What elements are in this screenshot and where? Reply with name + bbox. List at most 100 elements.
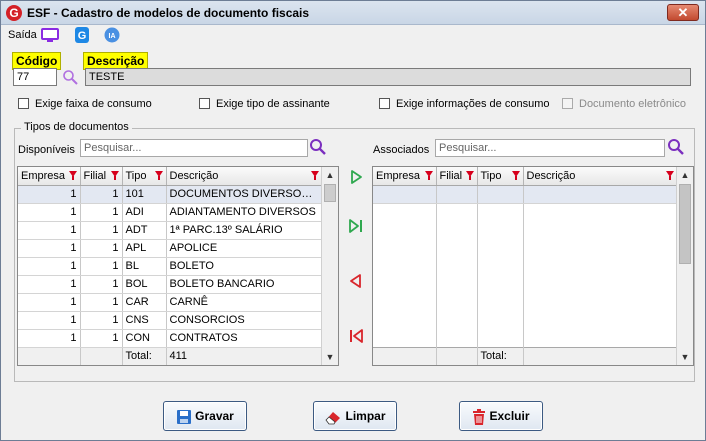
footer-cell bbox=[18, 346, 81, 365]
filter-icon[interactable] bbox=[310, 171, 319, 180]
window-title: ESF - Cadastro de modelos de documento f… bbox=[27, 6, 310, 20]
documento-eletronico-checkbox: Documento eletrônico bbox=[562, 98, 686, 110]
empty-area bbox=[373, 203, 678, 347]
gravar-button[interactable]: Gravar bbox=[163, 401, 247, 431]
exige-info-consumo-checkbox[interactable]: Exige informações de consumo bbox=[379, 98, 549, 110]
toolbar: Saída G IA bbox=[1, 25, 705, 45]
cell-empresa: 1 bbox=[18, 275, 81, 294]
limpar-button[interactable]: Limpar bbox=[313, 401, 397, 431]
vertical-scrollbar[interactable]: ▲ ▼ bbox=[321, 167, 338, 365]
scroll-up-icon[interactable]: ▲ bbox=[677, 167, 693, 183]
filter-icon[interactable] bbox=[154, 171, 163, 180]
remove-selected-arrow-icon[interactable] bbox=[346, 271, 366, 291]
table-row[interactable]: 1 1 APL APOLICE bbox=[18, 239, 323, 258]
total-value bbox=[523, 346, 678, 365]
filter-icon[interactable] bbox=[424, 171, 433, 180]
ia-icon[interactable]: IA bbox=[103, 27, 121, 43]
add-all-arrow-icon[interactable] bbox=[346, 216, 366, 236]
col-tipo-header[interactable]: Tipo bbox=[477, 167, 524, 186]
table-row[interactable]: 1 1 BOL BOLETO BANCARIO bbox=[18, 275, 323, 294]
descricao-field[interactable]: TESTE bbox=[85, 68, 691, 86]
exige-faixa-consumo-checkbox[interactable]: Exige faixa de consumo bbox=[18, 98, 152, 110]
saida-menu[interactable]: Saída bbox=[8, 29, 37, 41]
col-filial-header[interactable]: Filial bbox=[80, 167, 123, 186]
col-tipo-header[interactable]: Tipo bbox=[122, 167, 167, 186]
vertical-scrollbar[interactable]: ▲ ▼ bbox=[676, 167, 693, 365]
exige-tipo-assinante-label: Exige tipo de assinante bbox=[216, 98, 330, 110]
filter-icon[interactable] bbox=[511, 171, 520, 180]
cell-descricao: CONSORCIOS bbox=[166, 311, 323, 330]
search-icon[interactable] bbox=[309, 138, 327, 156]
checkbox-box[interactable] bbox=[379, 98, 390, 109]
cell-tipo: BOL bbox=[122, 275, 167, 294]
cell-empresa: 1 bbox=[18, 257, 81, 276]
filter-icon[interactable] bbox=[465, 171, 474, 180]
search-icon[interactable] bbox=[667, 138, 685, 156]
cell-filial: 1 bbox=[80, 311, 123, 330]
footer-cell bbox=[373, 346, 437, 365]
scroll-up-icon[interactable]: ▲ bbox=[322, 167, 338, 183]
add-selected-arrow-icon[interactable] bbox=[346, 167, 366, 187]
remove-all-arrow-icon[interactable] bbox=[346, 326, 366, 346]
codigo-field[interactable]: 77 bbox=[13, 68, 57, 86]
col-filial-header[interactable]: Filial bbox=[436, 167, 478, 186]
col-descricao-header[interactable]: Descrição bbox=[166, 167, 323, 186]
cell-empresa: 1 bbox=[18, 293, 81, 312]
exige-tipo-assinante-checkbox[interactable]: Exige tipo de assinante bbox=[199, 98, 330, 110]
checkbox-box[interactable] bbox=[18, 98, 29, 109]
cell-filial: 1 bbox=[80, 239, 123, 258]
disponiveis-grid[interactable]: Empresa Filial Tipo Descrição 1 1 101 DOCUM… bbox=[17, 166, 339, 366]
cell-tipo: CNS bbox=[122, 311, 167, 330]
save-icon bbox=[177, 409, 192, 424]
table-row[interactable]: 1 1 CNS CONSORCIOS bbox=[18, 311, 323, 330]
scroll-down-icon[interactable]: ▼ bbox=[677, 349, 693, 365]
cell-tipo: ADI bbox=[122, 203, 167, 222]
col-empresa-header[interactable]: Empresa bbox=[373, 167, 437, 186]
scroll-thumb[interactable] bbox=[324, 184, 336, 202]
cell-filial: 1 bbox=[80, 329, 123, 348]
cell-descricao: CONTRATOS bbox=[166, 329, 323, 348]
table-row[interactable]: 1 1 CON CONTRATOS bbox=[18, 329, 323, 348]
cell-tipo: BL bbox=[122, 257, 167, 276]
scroll-thumb[interactable] bbox=[679, 184, 691, 264]
table-row[interactable] bbox=[373, 185, 678, 204]
table-footer: Total: 411 bbox=[18, 346, 323, 365]
disponiveis-search-input[interactable]: Pesquisar... bbox=[80, 139, 308, 157]
scroll-down-icon[interactable]: ▼ bbox=[322, 349, 338, 365]
associados-grid[interactable]: Empresa Filial Tipo Descrição Total: ▲ ▼ bbox=[372, 166, 694, 366]
cell-tipo: CAR bbox=[122, 293, 167, 312]
cell-tipo: APL bbox=[122, 239, 167, 258]
table-footer: Total: bbox=[373, 346, 678, 365]
cell-empresa: 1 bbox=[18, 329, 81, 348]
checkbox-box[interactable] bbox=[199, 98, 210, 109]
col-descricao-header[interactable]: Descrição bbox=[523, 167, 678, 186]
gravar-label: Gravar bbox=[195, 409, 234, 423]
table-row[interactable]: 1 1 BL BOLETO bbox=[18, 257, 323, 276]
table-row[interactable]: 1 1 CAR CARNÊ bbox=[18, 293, 323, 312]
eraser-icon bbox=[325, 411, 341, 425]
filter-icon[interactable] bbox=[665, 171, 674, 180]
table-row[interactable]: 1 1 ADI ADIANTAMENTO DIVERSOS bbox=[18, 203, 323, 222]
col-empresa-label: Empresa bbox=[376, 169, 421, 182]
col-empresa-label: Empresa bbox=[21, 169, 66, 182]
associados-search-input[interactable]: Pesquisar... bbox=[435, 139, 665, 157]
close-button[interactable]: ✕ bbox=[667, 4, 699, 21]
table-row[interactable]: 1 1 101 DOCUMENTOS DIVERSOS ... bbox=[18, 185, 323, 204]
cell-filial: 1 bbox=[80, 257, 123, 276]
empty-cell bbox=[523, 203, 678, 347]
empty-cell bbox=[436, 185, 478, 204]
col-empresa-header[interactable]: Empresa bbox=[18, 167, 81, 186]
monitor-icon[interactable] bbox=[41, 27, 59, 43]
table-row[interactable]: 1 1 ADT 1ª PARC.13º SALÁRIO bbox=[18, 221, 323, 240]
filter-icon[interactable] bbox=[68, 171, 77, 180]
filter-icon[interactable] bbox=[110, 171, 119, 180]
col-descricao-label: Descrição bbox=[526, 169, 576, 182]
col-tipo-label: Tipo bbox=[480, 169, 502, 182]
excluir-button[interactable]: Excluir bbox=[459, 401, 543, 431]
col-filial-label: Filial bbox=[439, 169, 463, 182]
search-icon[interactable] bbox=[62, 69, 79, 86]
documento-eletronico-label: Documento eletrônico bbox=[579, 98, 687, 110]
cell-empresa: 1 bbox=[18, 221, 81, 240]
empty-cell bbox=[523, 185, 678, 204]
g-app-icon[interactable]: G bbox=[73, 27, 91, 43]
